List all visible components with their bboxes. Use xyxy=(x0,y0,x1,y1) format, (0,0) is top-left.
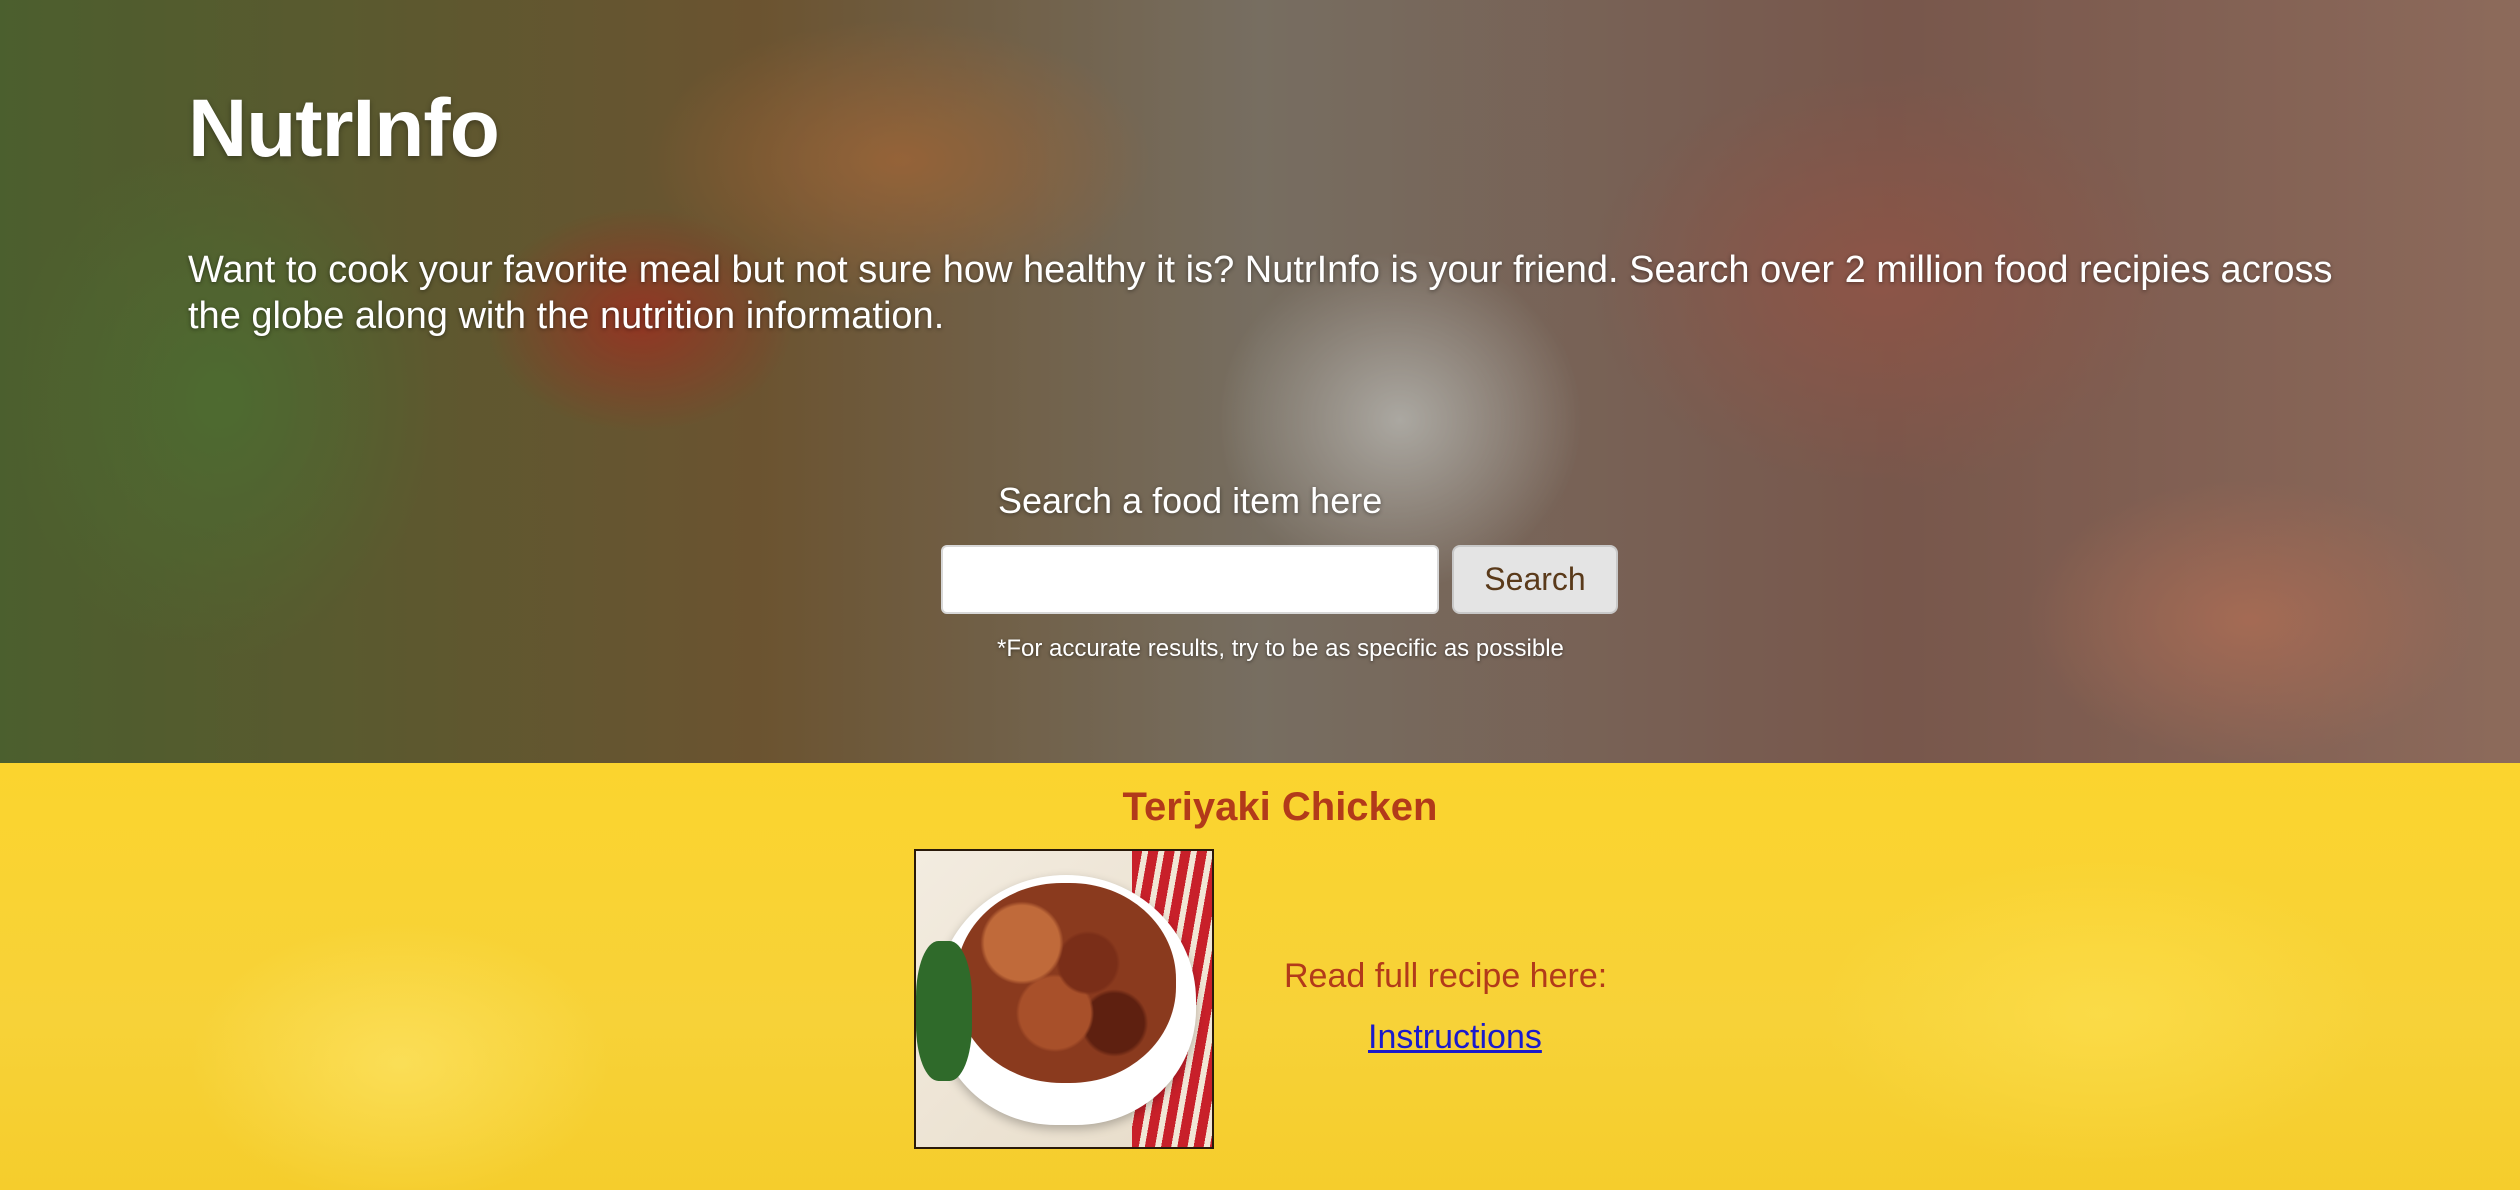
chicken-pieces xyxy=(956,883,1176,1083)
search-input[interactable] xyxy=(941,545,1439,614)
read-recipe-label: Read full recipe here: xyxy=(1284,957,1608,995)
recipe-title: Teriyaki Chicken xyxy=(1122,785,1438,829)
brand-title: NutrInfo xyxy=(188,83,500,174)
search-hint: *For accurate results, try to be as spec… xyxy=(997,635,1564,662)
search-label: Search a food item here xyxy=(998,480,1383,521)
results-section: Teriyaki Chicken Read full recipe here: … xyxy=(0,763,2520,1190)
recipe-image xyxy=(914,849,1214,1149)
hero-section: NutrInfo Want to cook your favorite meal… xyxy=(0,0,2520,763)
tagline: Want to cook your favorite meal but not … xyxy=(188,249,2333,337)
instructions-link[interactable]: Instructions xyxy=(1368,1018,1542,1057)
search-button[interactable]: Search xyxy=(1452,545,1618,614)
garnish-greens xyxy=(916,941,972,1081)
